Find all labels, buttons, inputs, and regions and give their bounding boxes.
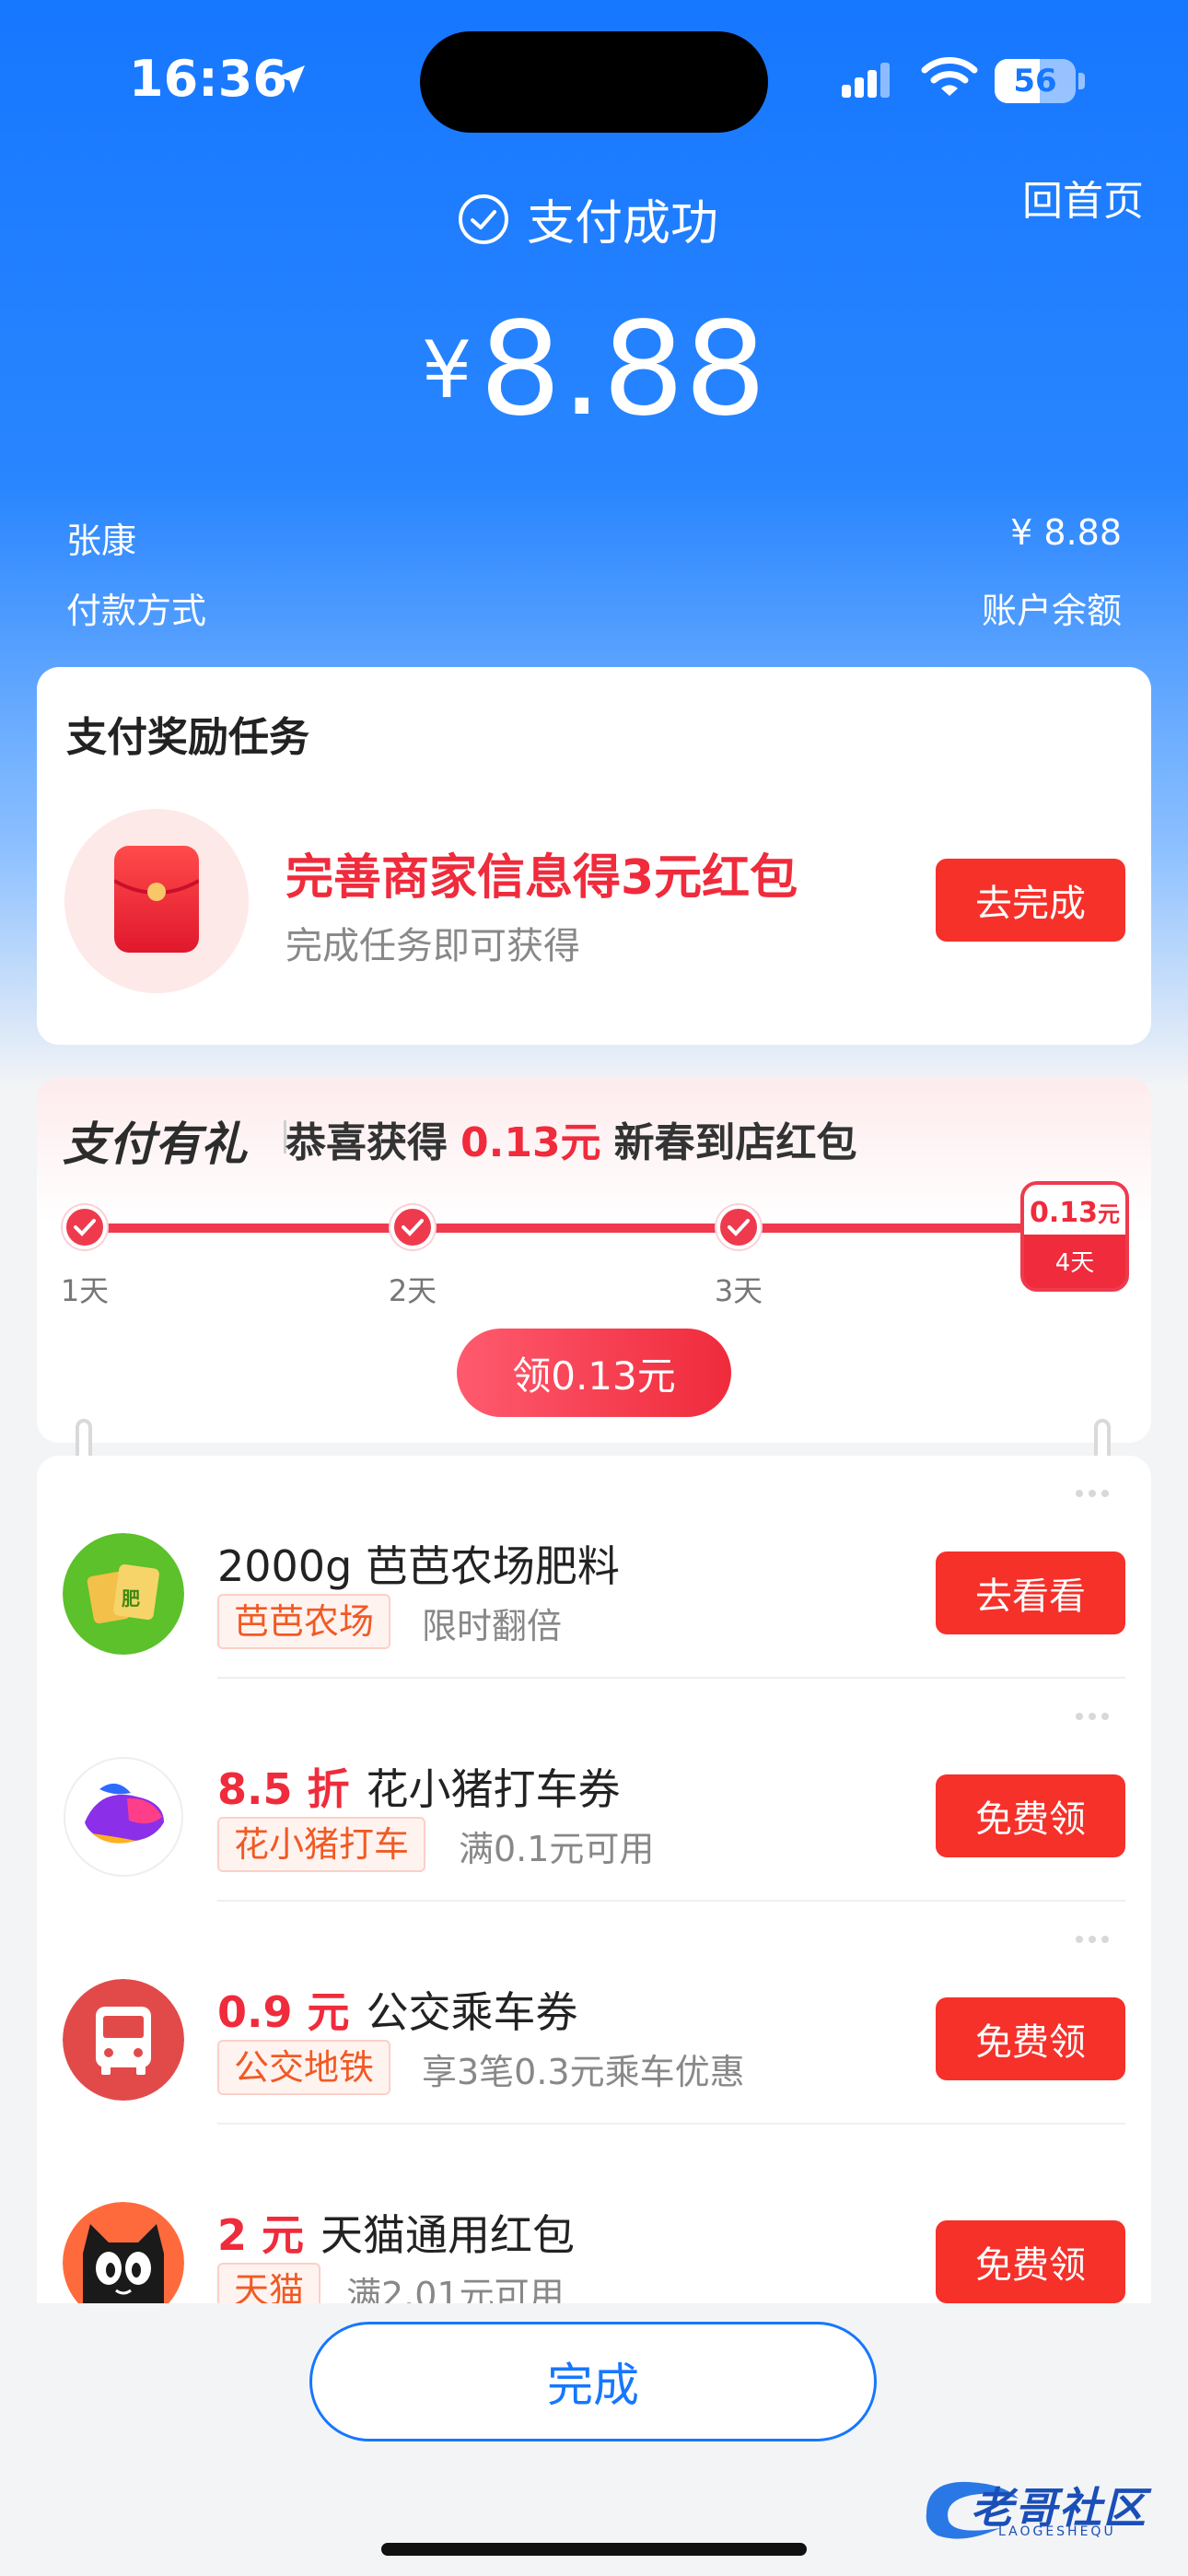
complete-task-button[interactable]: 去完成 (936, 859, 1125, 942)
claim-free-button[interactable]: 免费领 (936, 2220, 1125, 2303)
offer-item: 0.9 元公交乘车券 公交地铁 享3笔0.3元乘车优惠 免费领 (37, 1902, 1151, 2125)
battery-percent: 56 (1013, 63, 1057, 100)
day-4-amount: 0.13元 (1029, 1197, 1121, 1229)
payee-amount: ¥ 8.88 (1010, 512, 1122, 553)
amount-value: 8.88 (479, 295, 767, 445)
gift-prefix: 恭喜获得 (285, 1119, 448, 1166)
watermark-subtext: LAOGESHEQU (998, 2524, 1116, 2539)
payment-method-label: 付款方式 (66, 591, 207, 631)
offer-tag: 天猫 (217, 2263, 321, 2303)
gift-suffix: 新春到店红包 (613, 1119, 857, 1166)
day-2-label: 2天 (388, 1273, 437, 1308)
dynamic-island (420, 31, 768, 133)
offer-title: 8.5 折花小猪打车券 (217, 1764, 621, 1814)
red-envelope-icon (114, 846, 199, 953)
claim-free-button[interactable]: 免费领 (936, 1774, 1125, 1857)
paid-amount: ¥8.88 (0, 295, 1188, 445)
offer-desc: 满0.1元可用 (459, 1829, 655, 1869)
payee-name: 张康 (66, 521, 137, 561)
gift-headline: 恭喜获得 0.13元 新春到店红包 (273, 1109, 870, 1168)
huaxiaozhu-icon (64, 1757, 183, 1877)
progress-track (83, 1224, 1077, 1233)
more-dots-icon[interactable] (1076, 1929, 1124, 1943)
payment-status: 支付成功 (457, 184, 718, 253)
more-dots-icon[interactable] (1076, 1483, 1124, 1497)
fertilizer-icon: 肥 (63, 1533, 184, 1655)
day-3-label: 3天 (714, 1273, 763, 1308)
offer-desc: 满2.01元可用 (346, 2275, 565, 2303)
tmall-cat-icon (63, 2202, 184, 2303)
payee-row: 张康 ¥ 8.88 (66, 512, 1122, 563)
day-1-check (63, 1205, 107, 1249)
status-bar: 16:36 56 (0, 0, 1188, 147)
gift-brand: 支付有礼 (63, 1118, 247, 1171)
done-button[interactable]: 完成 (309, 2322, 877, 2441)
offer-title: 0.9 元公交乘车券 (217, 1987, 578, 2037)
day-4-reward-badge: 0.13元 4天 (1020, 1181, 1129, 1292)
location-arrow-icon (277, 65, 305, 93)
claim-red-packet-button[interactable]: 领0.13元 (457, 1329, 731, 1417)
offer-title: 2 元天猫通用红包 (217, 2210, 576, 2260)
payment-status-text: 支付成功 (527, 196, 719, 252)
home-link[interactable]: 回首页 (1022, 168, 1144, 227)
offer-tag: 芭芭农场 (217, 1594, 391, 1649)
reward-task-icon-wrap (64, 809, 249, 993)
reward-task-main-text: 完善商家信息得3元红包 (285, 850, 798, 906)
offer-item: 肥 2000g 芭芭农场肥料 芭芭农场 限时翻倍 去看看 (37, 1456, 1151, 1679)
home-indicator[interactable] (381, 2543, 807, 2556)
payment-method-value: 账户余额 (981, 591, 1122, 631)
battery-icon: 56 (995, 59, 1087, 103)
day-2-check (390, 1205, 435, 1249)
status-time: 16:36 (129, 50, 287, 108)
check-icon (728, 1219, 750, 1236)
offer-item: 2 元天猫通用红包 天猫 满2.01元可用 免费领 (37, 2125, 1151, 2303)
check-icon (402, 1219, 424, 1236)
day-4-label: 4天 (1054, 1249, 1095, 1277)
bottom-bar: 完成 老哥社区 LAOGESHEQU (0, 2303, 1188, 2576)
offer-tag: 花小猪打车 (217, 1817, 426, 1872)
signal-icon (842, 63, 890, 98)
watermark-logo: 老哥社区 LAOGESHEQU (917, 2467, 1179, 2543)
more-dots-icon[interactable] (1076, 1706, 1124, 1720)
day-1-label: 1天 (60, 1273, 110, 1308)
view-offer-button[interactable]: 去看看 (936, 1551, 1125, 1634)
offers-card: 肥 2000g 芭芭农场肥料 芭芭农场 限时翻倍 去看看 8.5 折花小猪打车券… (37, 1456, 1151, 2303)
gift-amount: 0.13元 (460, 1119, 601, 1166)
payment-gift-card: 支付有礼 恭喜获得 0.13元 新春到店红包 1天 2天 3天 0.13元 4天 领… (37, 1078, 1151, 1443)
offer-title: 2000g 芭芭农场肥料 (217, 1541, 620, 1591)
bus-icon (63, 1979, 184, 2101)
claim-free-button[interactable]: 免费领 (936, 1997, 1125, 2080)
offer-item: 8.5 折花小猪打车券 花小猪打车 满0.1元可用 免费领 (37, 1679, 1151, 1902)
reward-task-sub-text: 完成任务即可获得 (285, 925, 580, 967)
offer-desc: 享3笔0.3元乘车优惠 (422, 2052, 745, 2092)
reward-task-card: 支付奖励任务 完善商家信息得3元红包 完成任务即可获得 去完成 (37, 667, 1151, 1045)
reward-task-title: 支付奖励任务 (66, 714, 309, 761)
offer-tag: 公交地铁 (217, 2040, 391, 2095)
check-circle-icon (459, 193, 508, 244)
check-icon (74, 1219, 96, 1236)
currency-symbol: ¥ (421, 324, 472, 416)
wifi-icon (921, 57, 978, 96)
svg-text:肥: 肥 (122, 1587, 140, 1610)
offer-desc: 限时翻倍 (422, 1606, 563, 1646)
day-3-check (716, 1205, 761, 1249)
payment-method-row: 付款方式 账户余额 (66, 582, 1122, 633)
